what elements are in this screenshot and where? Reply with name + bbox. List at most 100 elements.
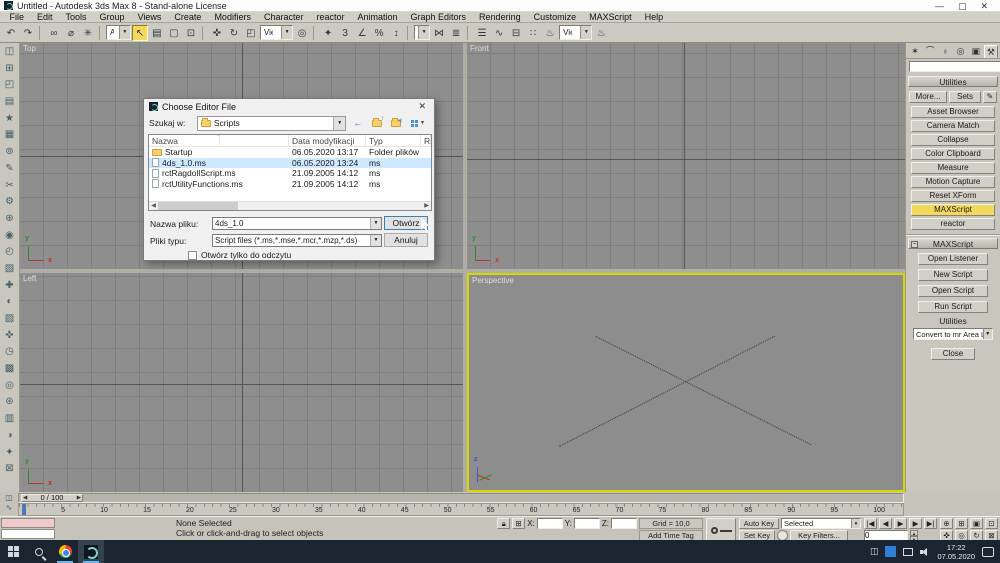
viewport-perspective[interactable]: Perspective z xyxy=(467,273,905,492)
up-one-level-button[interactable]: ↑ xyxy=(369,116,384,130)
file-name-combo[interactable]: 4ds_1.0 ▼ xyxy=(212,217,382,230)
menu-item[interactable]: File xyxy=(3,12,31,23)
utilities-rollout-header[interactable]: Utilities xyxy=(908,76,998,87)
file-type-combo[interactable]: Script files (*.ms,*.mse,*.mcr,*.mzp,*.d… xyxy=(212,234,382,247)
read-only-checkbox[interactable] xyxy=(188,251,197,260)
menu-item[interactable]: Animation xyxy=(351,12,404,23)
next-frame-button[interactable]: ▶ xyxy=(909,518,922,529)
column-type[interactable]: Typ xyxy=(366,135,421,146)
maxscript-button[interactable]: Open Listener xyxy=(918,253,988,265)
set-keys-button[interactable] xyxy=(706,518,736,541)
time-slider-icon[interactable]: ◫ xyxy=(0,493,18,503)
key-mode-dropdown[interactable]: Selected ▼ xyxy=(781,518,861,529)
column-date[interactable]: Data modyfikacji xyxy=(289,135,366,146)
mini-curve-editor-icon[interactable]: ∿ xyxy=(0,503,18,513)
left-tool-icon-18[interactable]: ✜ xyxy=(2,328,18,345)
utility-button[interactable]: Collapse xyxy=(911,134,995,146)
menu-item[interactable]: Create xyxy=(168,12,208,23)
file-row[interactable]: rctRagdollScript.ms 21.09.2005 14:12 ms xyxy=(149,168,431,179)
menu-item[interactable]: Views xyxy=(131,12,168,23)
selection-filter-dropdown[interactable]: All▼ xyxy=(106,25,131,40)
tab-utilities[interactable]: ⚒ xyxy=(984,45,998,58)
left-tool-icon-12[interactable]: ◉ xyxy=(2,228,18,245)
left-tool-icon-4[interactable]: ▤ xyxy=(2,94,18,111)
mirror-icon[interactable]: ⋈▼ xyxy=(431,25,447,41)
left-tool-icon-19[interactable]: ◷ xyxy=(2,344,18,361)
viewport-front[interactable]: Front xy xyxy=(467,43,905,269)
percent-snap-icon[interactable]: %▼ xyxy=(371,25,387,41)
menu-item[interactable]: Group xyxy=(93,12,131,23)
left-tool-icon-14[interactable]: ▧ xyxy=(2,261,18,278)
render-type-dropdown[interactable]: View▼ xyxy=(559,25,592,40)
maximize-icon[interactable]: ▢ xyxy=(958,0,967,12)
maxscript-rollout-header[interactable]: − MAXScript xyxy=(908,238,998,249)
left-tool-icon-24[interactable]: ◑ xyxy=(2,428,18,445)
scroll-right-icon[interactable]: ▶ xyxy=(422,202,431,210)
scroll-left-icon[interactable]: ◀ xyxy=(149,202,158,210)
viewport-front-label[interactable]: Front xyxy=(470,44,489,53)
go-to-end-button[interactable]: ▶| xyxy=(924,518,937,529)
left-tool-icon-8[interactable]: ✎ xyxy=(2,161,18,178)
viewport-left[interactable]: Left xy xyxy=(20,273,463,492)
column-size[interactable]: Ro xyxy=(421,135,431,146)
view-menu-button[interactable]: ▼ xyxy=(407,116,429,130)
left-tool-icon-5[interactable]: ★ xyxy=(2,111,18,128)
spinner-snap-icon[interactable]: ↕▼ xyxy=(388,25,404,41)
left-tool-icon-15[interactable]: ✚ xyxy=(2,278,18,295)
tab-display[interactable]: ▣ xyxy=(969,45,983,58)
left-tool-icon-21[interactable]: ◎ xyxy=(2,378,18,395)
auto-key-button[interactable]: Auto Key xyxy=(739,518,779,529)
left-tool-icon-6[interactable]: ▦ xyxy=(2,127,18,144)
maxscript-button[interactable]: New Script xyxy=(918,269,988,281)
track-bar-ruler[interactable]: 0510152025303540455055606570758085909510… xyxy=(18,503,904,516)
schematic-view-icon[interactable]: ⊟▼ xyxy=(508,25,524,41)
menu-item[interactable]: Rendering xyxy=(473,12,528,23)
left-tool-icon-17[interactable]: ▨ xyxy=(2,311,18,328)
play-button[interactable]: ▶ xyxy=(894,518,907,529)
dialog-close-icon[interactable]: ✕ xyxy=(415,101,429,112)
left-tool-icon-22[interactable]: ⊛ xyxy=(2,394,18,411)
left-tool-icon-13[interactable]: ◴ xyxy=(2,244,18,261)
maxscript-button[interactable]: Run Script xyxy=(918,301,988,313)
selection-lock-icon[interactable]: 🔒︎ xyxy=(497,518,510,529)
utility-button[interactable]: Camera Match xyxy=(911,120,995,132)
network-icon[interactable] xyxy=(903,548,913,556)
select-and-rotate-icon[interactable]: ↻▼ xyxy=(226,25,242,41)
left-tool-icon-23[interactable]: ▥ xyxy=(2,411,18,428)
zoom-extents-icon[interactable]: ▣ xyxy=(970,518,983,529)
time-slider-handle[interactable]: ◀ 0 / 100 ▶ xyxy=(21,494,83,502)
time-slider-track[interactable]: ◀ 0 / 100 ▶ xyxy=(18,493,904,503)
menu-item[interactable]: Modifiers xyxy=(208,12,258,23)
menu-item[interactable]: MAXScript xyxy=(583,12,639,23)
select-by-name-icon[interactable]: ▤▼ xyxy=(149,25,165,41)
notification-center-icon[interactable] xyxy=(982,547,994,557)
material-editor-icon[interactable]: ∷▼ xyxy=(525,25,541,41)
previous-frame-arrow-icon[interactable]: ◀ xyxy=(23,495,27,501)
dialog-title-bar[interactable]: Choose Editor File ✕ xyxy=(144,99,434,114)
snaps-toggle-icon[interactable]: 3▼ xyxy=(337,25,353,41)
column-name[interactable]: Nazwaˆ xyxy=(149,135,289,146)
separator[interactable]: ▼ xyxy=(407,26,411,40)
x-coordinate-field[interactable] xyxy=(537,518,563,529)
align-icon[interactable]: ≣▼ xyxy=(448,25,464,41)
minimize-icon[interactable]: — xyxy=(935,0,944,12)
select-and-move-icon[interactable]: ✜▼ xyxy=(209,25,225,41)
tray-window-icon[interactable]: ◫ xyxy=(870,546,879,557)
separator[interactable]: ▼ xyxy=(313,26,317,40)
named-selection-sets-dropdown[interactable]: ▼ xyxy=(414,25,430,40)
tab-hierarchy[interactable]: ♁ xyxy=(938,45,952,58)
select-and-manipulate-icon[interactable]: ✦▼ xyxy=(320,25,336,41)
separator[interactable]: ▼ xyxy=(99,26,103,40)
taskbar-search-button[interactable] xyxy=(26,540,52,563)
zoom-all-icon[interactable]: ⊞ xyxy=(955,518,968,529)
y-coordinate-field[interactable] xyxy=(574,518,600,529)
scrollbar-thumb[interactable] xyxy=(158,202,238,210)
file-row[interactable]: 4ds_1.0.ms 06.05.2020 13:24 ms xyxy=(149,158,431,169)
select-and-link-icon[interactable]: ∞▼ xyxy=(46,25,62,41)
menu-item[interactable]: Help xyxy=(638,12,670,23)
panel-input[interactable] xyxy=(909,61,1000,72)
rectangular-selection-region-icon[interactable]: ▢▼ xyxy=(166,25,182,41)
start-button[interactable] xyxy=(0,540,26,563)
back-button[interactable]: ← xyxy=(350,116,365,130)
next-frame-arrow-icon[interactable]: ▶ xyxy=(77,495,81,501)
